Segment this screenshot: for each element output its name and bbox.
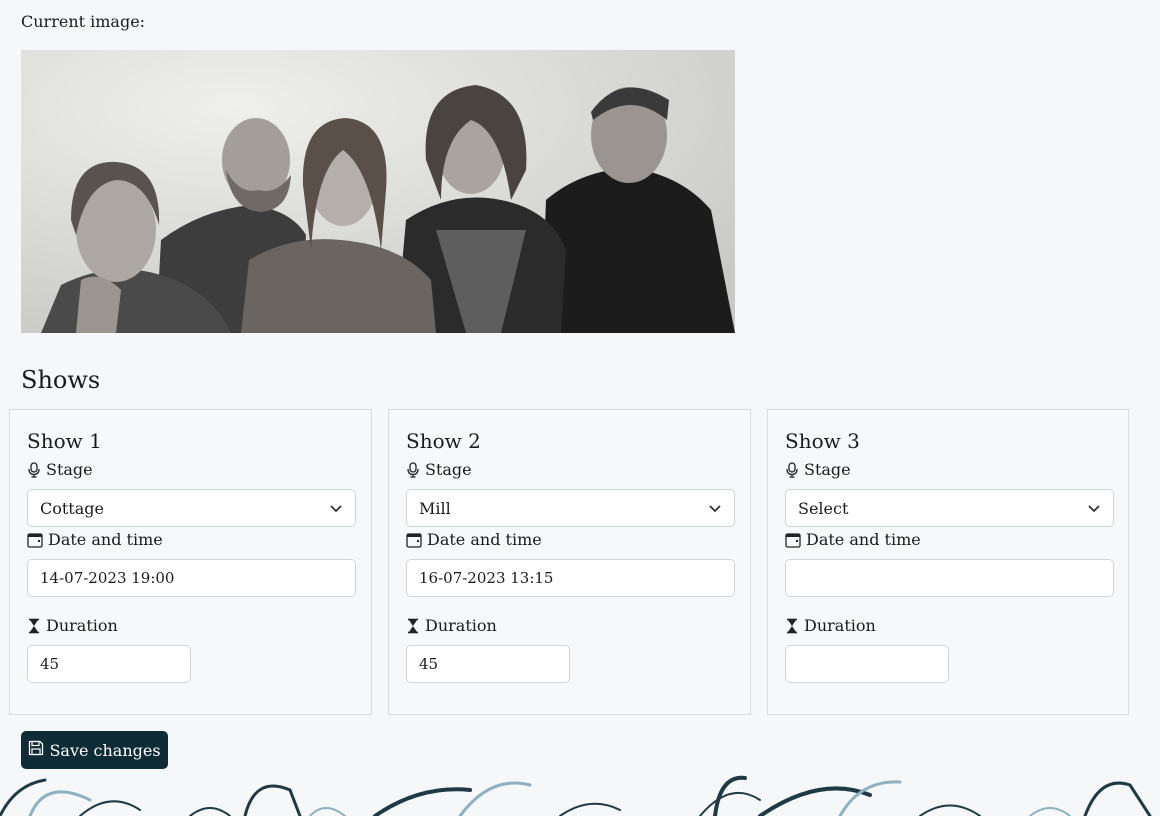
stage-select[interactable]: Mill xyxy=(406,489,735,527)
stage-label-text: Stage xyxy=(804,460,851,479)
stage-select-value: Select xyxy=(798,498,849,518)
chevron-down-icon xyxy=(1087,499,1101,518)
stage-label: Stage xyxy=(27,460,93,479)
current-image xyxy=(21,50,735,333)
stage-label-text: Stage xyxy=(46,460,93,479)
chevron-down-icon xyxy=(329,499,343,518)
date-label: Date and time xyxy=(785,530,921,549)
hourglass-icon xyxy=(406,618,420,634)
stage-label: Stage xyxy=(406,460,472,479)
duration-label-text: Duration xyxy=(46,616,118,635)
duration-label: Duration xyxy=(406,616,497,635)
stage-label-text: Stage xyxy=(425,460,472,479)
stage-select-value: Mill xyxy=(419,498,451,518)
show-card-1: Show 1 Stage Cottage Date and time 14-07… xyxy=(9,409,372,715)
stage-select-value: Cottage xyxy=(40,498,104,518)
stage-select[interactable]: Cottage xyxy=(27,489,356,527)
hourglass-icon xyxy=(785,618,799,634)
duration-label-text: Duration xyxy=(804,616,876,635)
show-card-2: Show 2 Stage Mill Date and time 16-07-20… xyxy=(388,409,751,715)
save-button-label: Save changes xyxy=(49,740,161,760)
date-label: Date and time xyxy=(27,530,163,549)
microphone-icon xyxy=(406,461,420,478)
show-title: Show 2 xyxy=(406,429,481,453)
floppy-disk-icon xyxy=(28,740,44,760)
calendar-icon xyxy=(406,532,422,548)
save-changes-button[interactable]: Save changes xyxy=(21,731,168,769)
calendar-icon xyxy=(785,532,801,548)
shows-heading: Shows xyxy=(21,366,101,394)
hourglass-icon xyxy=(27,618,41,634)
current-image-label: Current image: xyxy=(21,12,146,31)
chevron-down-icon xyxy=(708,499,722,518)
date-label-text: Date and time xyxy=(48,530,163,549)
date-label-text: Date and time xyxy=(806,530,921,549)
stage-label: Stage xyxy=(785,460,851,479)
date-time-input[interactable]: 14-07-2023 19:00 xyxy=(27,559,356,597)
duration-input[interactable]: 45 xyxy=(406,645,570,683)
show-card-3: Show 3 Stage Select Date and time Durati… xyxy=(767,409,1129,715)
date-label-text: Date and time xyxy=(427,530,542,549)
duration-label: Duration xyxy=(27,616,118,635)
duration-label-text: Duration xyxy=(425,616,497,635)
stage-select[interactable]: Select xyxy=(785,489,1114,527)
show-title: Show 1 xyxy=(27,429,102,453)
microphone-icon xyxy=(785,461,799,478)
duration-input[interactable] xyxy=(785,645,949,683)
microphone-icon xyxy=(27,461,41,478)
calendar-icon xyxy=(27,532,43,548)
duration-input[interactable]: 45 xyxy=(27,645,191,683)
date-time-input[interactable]: 16-07-2023 13:15 xyxy=(406,559,735,597)
date-label: Date and time xyxy=(406,530,542,549)
date-time-input[interactable] xyxy=(785,559,1114,597)
duration-label: Duration xyxy=(785,616,876,635)
show-title: Show 3 xyxy=(785,429,860,453)
grass-decoration xyxy=(0,775,1152,816)
